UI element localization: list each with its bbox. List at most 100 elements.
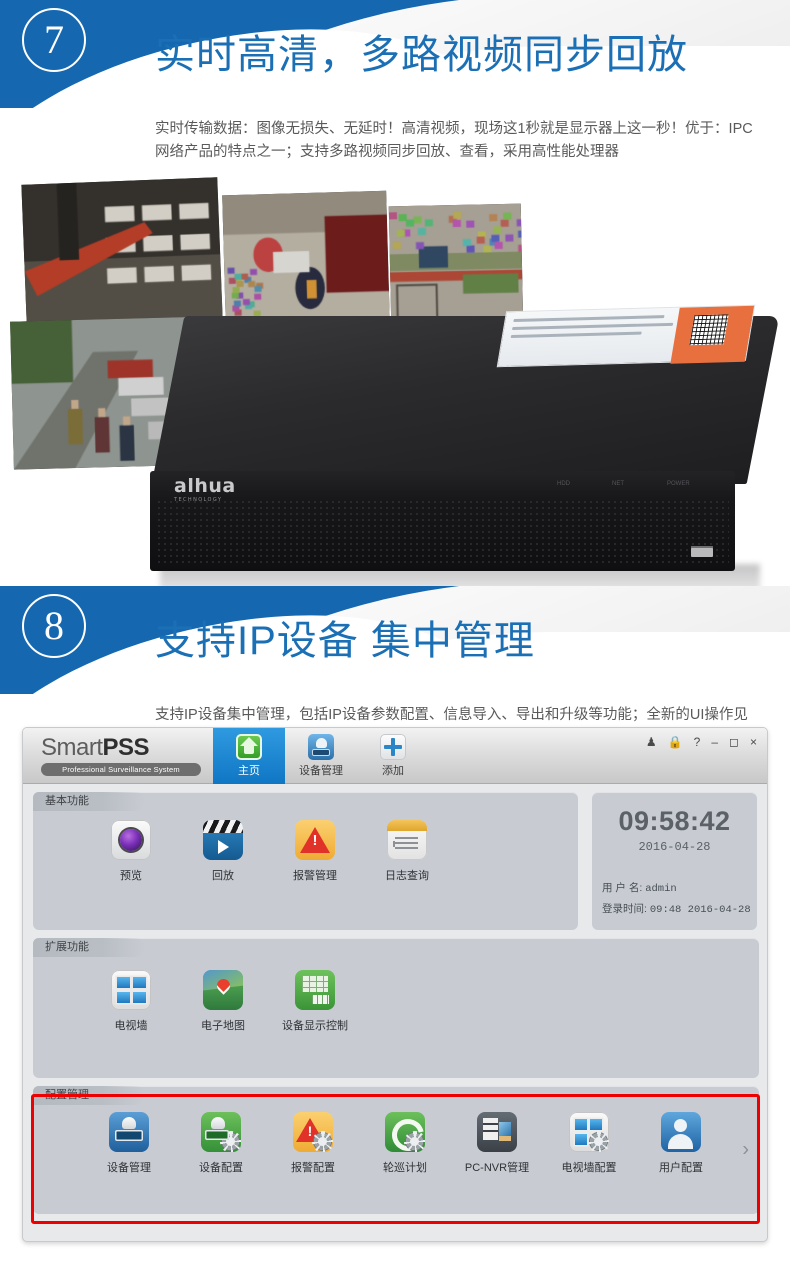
login-time-label: 登录时间: — [602, 902, 647, 915]
gear-icon — [403, 1130, 425, 1152]
app-item-e-map[interactable]: 电子地图 — [177, 970, 269, 1033]
alarm-config-icon — [293, 1112, 333, 1152]
brand-tagline: Professional Surveillance System — [41, 763, 201, 776]
current-time: 09:58:42 — [618, 806, 731, 836]
section-7-header: 7 实时高清，多路视频同步回放 — [0, 0, 790, 108]
app-item-user-config[interactable]: 用户配置 — [635, 1112, 727, 1175]
device-manager-icon — [308, 734, 334, 760]
current-date: 2016-04-28 — [638, 840, 711, 854]
tab-add[interactable]: 添加 — [357, 728, 429, 784]
close-icon[interactable]: × — [750, 736, 757, 748]
panel-title-extended: 扩展功能 — [33, 938, 145, 957]
preview-icon — [111, 820, 151, 860]
section-title: 支持IP设备 集中管理 — [155, 618, 535, 663]
app-item-label: 日志查询 — [385, 870, 429, 882]
app-item-label: 电子地图 — [201, 1020, 245, 1032]
display-control-icon — [295, 970, 335, 1010]
tab-device-manager[interactable]: 设备管理 — [285, 728, 357, 784]
clock-panel: 09:58:42 2016-04-28 用 户 名: admin 登录时间: 0… — [592, 792, 757, 930]
app-item-label: 设备显示控制 — [282, 1020, 348, 1032]
login-time-value: 09:48 2016-04-28 — [649, 903, 751, 916]
user-icon[interactable]: ♟ — [646, 736, 657, 748]
app-item-device-manage[interactable]: 设备管理 — [83, 1112, 175, 1175]
tab-add-label: 添加 — [382, 765, 404, 777]
app-item-alarm-config[interactable]: 报警配置 — [267, 1112, 359, 1175]
app-item-display-control[interactable]: 设备显示控制 — [269, 970, 361, 1033]
app-item-label: 预览 — [120, 870, 142, 882]
username-row: 用 户 名: admin — [602, 879, 751, 899]
app-item-label: 回放 — [212, 870, 234, 882]
session-info: 用 户 名: admin 登录时间: 09:48 2016-04-28 — [602, 879, 751, 920]
panel-title-basic: 基本功能 — [33, 792, 145, 811]
app-item-preview[interactable]: 预览 — [85, 820, 177, 883]
device-manage-icon — [109, 1112, 149, 1152]
brand-light: Smart — [41, 734, 103, 761]
app-item-log-query[interactable]: 日志查询 — [361, 820, 453, 883]
help-icon[interactable]: ? — [694, 736, 701, 748]
sticker-qr-block — [670, 305, 755, 364]
pc-nvr-icon — [477, 1112, 517, 1152]
app-item-tour-plan[interactable]: 轮巡计划 — [359, 1112, 451, 1175]
minimize-icon[interactable]: – — [711, 736, 718, 748]
maximize-icon[interactable]: ◻ — [729, 736, 739, 748]
lock-icon[interactable]: 🔒 — [668, 736, 683, 748]
app-item-pc-nvr[interactable]: PC-NVR管理 — [451, 1112, 543, 1175]
section-title: 实时高清，多路视频同步回放 — [155, 33, 688, 77]
login-time-row: 登录时间: 09:48 2016-04-28 — [602, 900, 751, 920]
device-vent-mesh — [156, 498, 729, 563]
led-label-power: POWER — [667, 480, 690, 487]
panel-extended-functions: 扩展功能 电视墙 电子地图 设备显示控制 — [33, 938, 759, 1078]
section-description: 实时传输数据：图像无损失、无延时！高清视频，现场这1秒就是显示器上这一秒！优于：… — [0, 108, 790, 171]
app-item-label: 设备配置 — [199, 1162, 243, 1174]
section-number-badge: 8 — [22, 593, 86, 658]
nvr-device: alhua TECHNOLOGY HDD NET POWER — [150, 304, 780, 586]
app-item-tv-wall[interactable]: 电视墙 — [85, 970, 177, 1033]
surveillance-photo-shelves — [388, 203, 524, 327]
led-label-net: NET — [612, 480, 624, 487]
app-item-tv-wall-config[interactable]: 电视墙配置 — [543, 1112, 635, 1175]
led-label-hdd: HDD — [557, 480, 570, 487]
panel-title-config: 配置管理 — [33, 1086, 145, 1105]
tab-device-manager-label: 设备管理 — [299, 765, 343, 777]
tab-home[interactable]: 主页 — [213, 728, 285, 784]
tour-plan-icon — [385, 1112, 425, 1152]
home-icon — [236, 734, 262, 760]
app-logo: SmartPSS Professional Surveillance Syste… — [41, 734, 201, 776]
app-item-label: 设备管理 — [107, 1162, 151, 1174]
username-label: 用 户 名: — [602, 882, 643, 895]
usb-port — [691, 545, 713, 557]
app-item-label: 轮巡计划 — [383, 1162, 427, 1174]
sticker-text-lines — [510, 315, 675, 343]
app-item-label: 报警配置 — [291, 1162, 335, 1174]
tab-home-label: 主页 — [238, 765, 260, 777]
photo-collage: alhua TECHNOLOGY HDD NET POWER — [0, 170, 790, 586]
qr-code-icon — [689, 314, 729, 346]
app-item-device-config[interactable]: 设备配置 — [175, 1112, 267, 1175]
app-item-label: 电视墙 — [114, 1020, 148, 1032]
section-number-badge: 7 — [22, 8, 86, 72]
log-query-icon — [387, 820, 427, 860]
app-body: 基本功能 预览 回放 报警管理 日志查询 — [23, 784, 767, 1230]
surveillance-photo-mall — [21, 177, 223, 325]
window-controls: ♟ 🔒 ? – ◻ × — [646, 736, 757, 748]
panel-basic-functions: 基本功能 预览 回放 报警管理 日志查询 — [33, 792, 578, 930]
user-config-icon — [661, 1112, 701, 1152]
section-8-header: 8 支持IP设备 集中管理 — [0, 585, 790, 694]
app-item-label: 电视墙配置 — [561, 1162, 617, 1174]
chevron-right-icon[interactable]: › — [742, 1139, 749, 1162]
app-item-alarm-manage[interactable]: 报警管理 — [269, 820, 361, 883]
app-item-label: 用户配置 — [659, 1162, 703, 1174]
username-value: admin — [645, 883, 677, 896]
app-tabs: 主页 设备管理 添加 — [213, 728, 429, 784]
device-brand-logo: alhua TECHNOLOGY — [174, 474, 236, 503]
app-item-label: 报警管理 — [293, 870, 337, 882]
gear-icon — [587, 1130, 609, 1152]
device-front-panel: alhua TECHNOLOGY HDD NET POWER — [150, 470, 735, 571]
section-7: 7 实时高清，多路视频同步回放 实时传输数据：图像无损失、无延时！高清视频，现场… — [0, 0, 790, 586]
tv-wall-config-icon — [569, 1112, 609, 1152]
app-titlebar: SmartPSS Professional Surveillance Syste… — [23, 728, 767, 784]
device-config-icon — [201, 1112, 241, 1152]
app-item-label: PC-NVR管理 — [464, 1162, 530, 1174]
app-item-playback[interactable]: 回放 — [177, 820, 269, 883]
alarm-manage-icon — [295, 820, 335, 860]
